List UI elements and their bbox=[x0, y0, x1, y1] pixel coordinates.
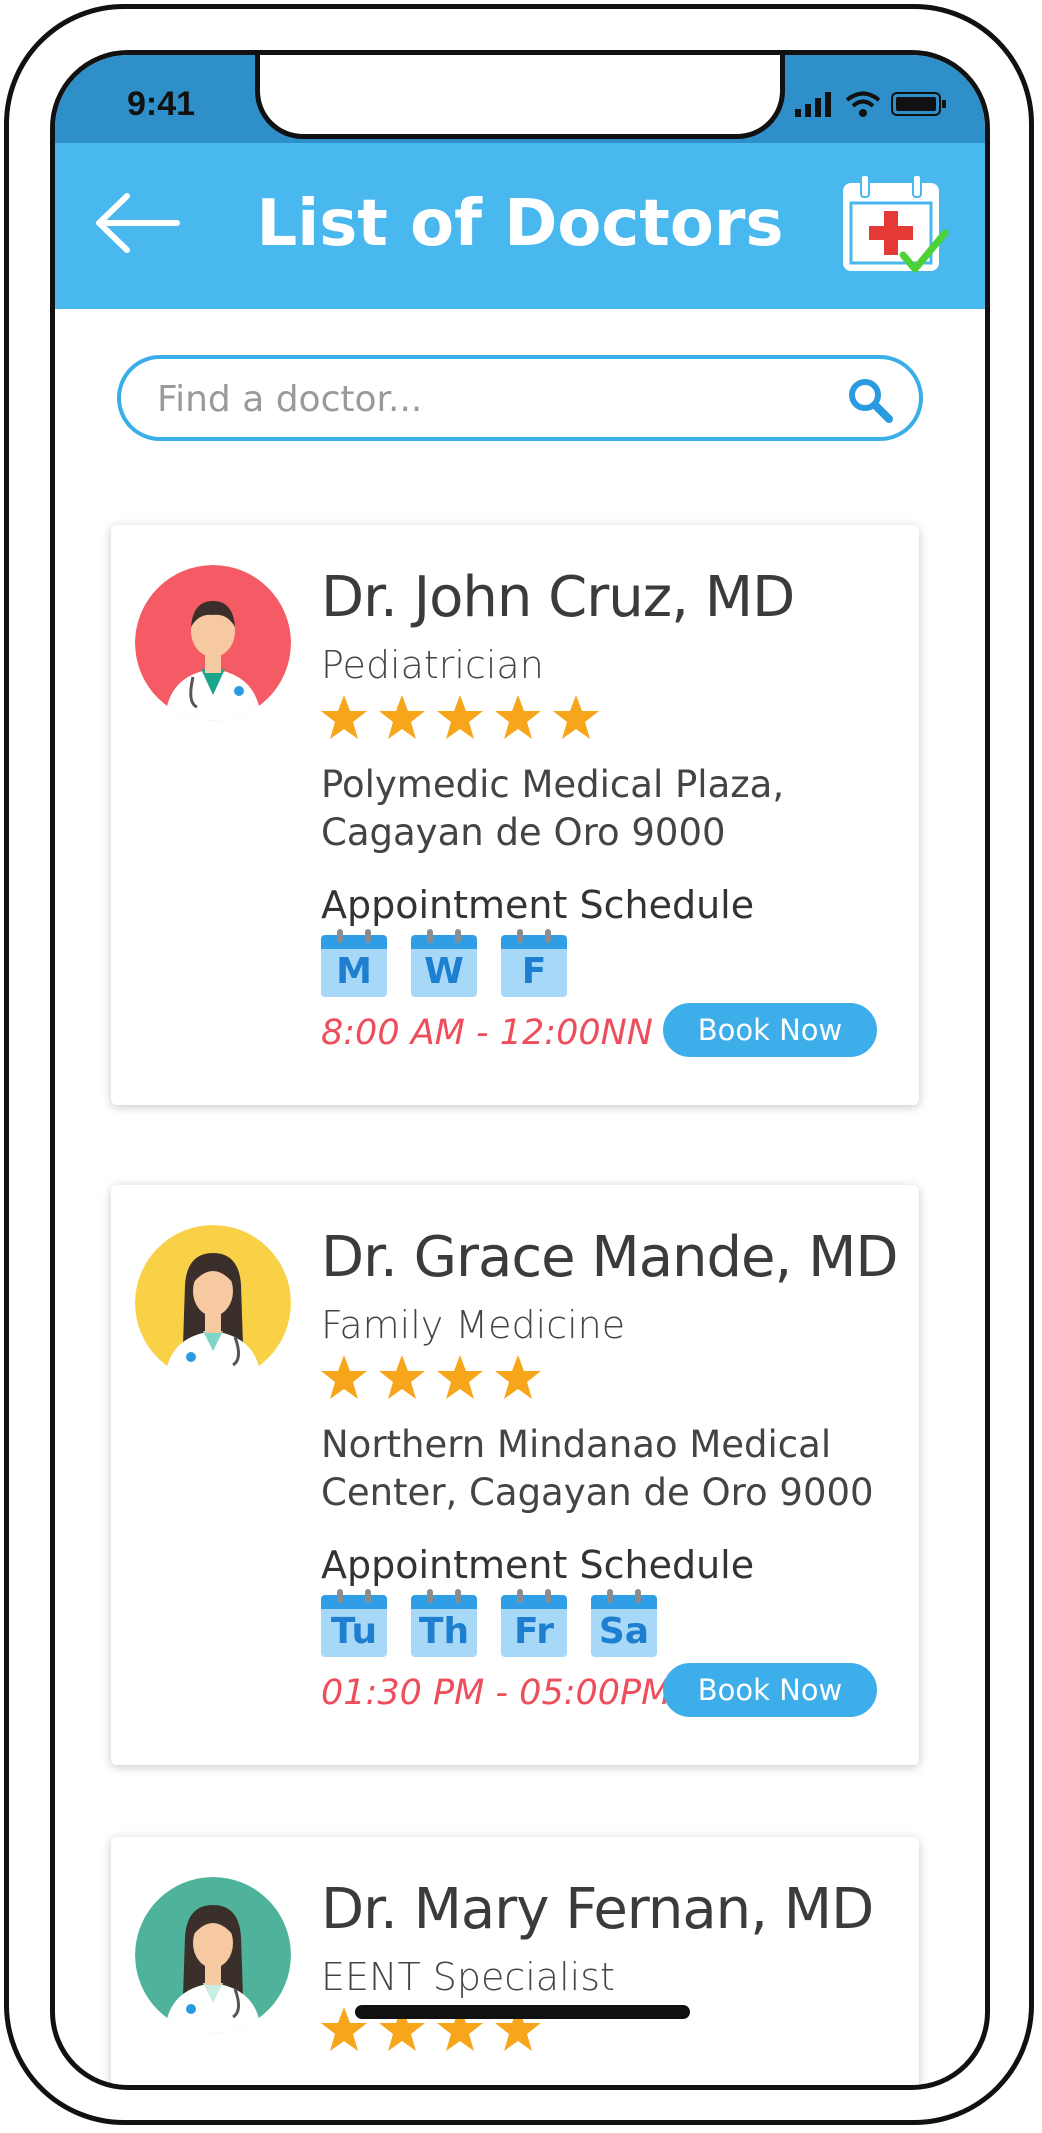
address-line: Polymedic Medical Plaza, bbox=[321, 763, 785, 806]
day-label: Tu bbox=[330, 1611, 378, 1652]
star-icon bbox=[379, 695, 425, 739]
address-line: Northern Mindanao Medical bbox=[321, 1423, 832, 1466]
search-bar bbox=[117, 355, 923, 441]
doctor-address: Northern Mindanao Medical Center, Cagaya… bbox=[321, 1421, 881, 1517]
doctor-avatar bbox=[135, 1877, 291, 2033]
day-label: W bbox=[424, 951, 464, 992]
day-label: Th bbox=[418, 1611, 470, 1652]
doctor-card[interactable]: Dr. Mary Fernan, MD EENT Specialist bbox=[111, 1837, 919, 2085]
day-label: Sa bbox=[598, 1611, 650, 1652]
day-label: Fr bbox=[513, 1611, 555, 1652]
day-calendar-icon: Fr bbox=[501, 1589, 567, 1657]
rating-stars bbox=[319, 1353, 543, 1403]
star-icon bbox=[379, 1355, 425, 1399]
star-icon bbox=[437, 1355, 483, 1399]
doctor-avatar bbox=[135, 1225, 291, 1381]
signal-icon bbox=[795, 92, 831, 117]
status-time: 9:41 bbox=[127, 85, 196, 123]
doctor-address: Polymedic Medical Plaza, Cagayan de Oro … bbox=[321, 761, 881, 857]
doctor-avatar bbox=[135, 565, 291, 721]
schedule-days: Tu Th Fr Sa bbox=[321, 1589, 657, 1657]
schedule-label: Appointment Schedule bbox=[321, 883, 755, 927]
wifi-icon bbox=[845, 91, 881, 117]
search-button[interactable] bbox=[847, 377, 893, 423]
schedule-label: Appointment Schedule bbox=[321, 1543, 755, 1587]
doctor-specialty: Pediatrician bbox=[321, 643, 544, 687]
schedule-hours: 01:30 PM - 05:00PM bbox=[321, 1673, 672, 1713]
star-icon bbox=[553, 695, 599, 739]
battery-icon bbox=[891, 92, 946, 116]
star-icon bbox=[321, 1355, 367, 1399]
star-icon bbox=[495, 695, 541, 739]
search-input[interactable] bbox=[155, 373, 799, 425]
day-calendar-icon: M bbox=[321, 929, 387, 997]
phone-screen: 9:41 List of Doctors Find a doctor... Dr… bbox=[50, 50, 990, 2090]
day-calendar-icon: Sa bbox=[591, 1589, 657, 1657]
doctor-name: Dr. Mary Fernan, MD bbox=[321, 1877, 874, 1942]
schedule-hours: 8:00 AM - 12:00NN bbox=[321, 1013, 653, 1053]
day-calendar-icon: F bbox=[501, 929, 567, 997]
appointments-button[interactable] bbox=[837, 167, 955, 285]
doctor-card[interactable]: Dr. Grace Mande, MD Family Medicine Nort… bbox=[111, 1185, 919, 1765]
status-bar: 9:41 bbox=[55, 55, 985, 147]
address-line: Center, Cagayan de Oro 9000 bbox=[321, 1471, 874, 1514]
star-icon bbox=[321, 695, 367, 739]
day-calendar-icon: W bbox=[411, 929, 477, 997]
address-line: Cagayan de Oro 9000 bbox=[321, 811, 726, 854]
home-indicator[interactable] bbox=[355, 2005, 690, 2019]
calendar-medical-check-icon bbox=[843, 174, 949, 273]
doctor-card[interactable]: Dr. John Cruz, MD Pediatrician Polymedic… bbox=[111, 525, 919, 1105]
app-bar: List of Doctors bbox=[55, 143, 985, 309]
doctor-specialty: Family Medicine bbox=[321, 1303, 626, 1347]
rating-stars bbox=[319, 693, 601, 743]
star-icon bbox=[495, 1355, 541, 1399]
day-label: F bbox=[521, 951, 547, 992]
notch bbox=[255, 55, 785, 139]
book-now-button[interactable]: Book Now bbox=[663, 1003, 877, 1057]
day-calendar-icon: Th bbox=[411, 1589, 477, 1657]
schedule-days: M W F bbox=[321, 929, 567, 997]
doctor-name: Dr. John Cruz, MD bbox=[321, 565, 795, 630]
day-calendar-icon: Tu bbox=[321, 1589, 387, 1657]
doctor-specialty: EENT Specialist bbox=[321, 1955, 615, 1999]
star-icon bbox=[437, 695, 483, 739]
doctor-name: Dr. Grace Mande, MD bbox=[321, 1225, 899, 1290]
book-now-button[interactable]: Book Now bbox=[663, 1663, 877, 1717]
search-icon bbox=[849, 379, 893, 423]
day-label: M bbox=[336, 951, 372, 992]
system-icons bbox=[795, 91, 947, 117]
